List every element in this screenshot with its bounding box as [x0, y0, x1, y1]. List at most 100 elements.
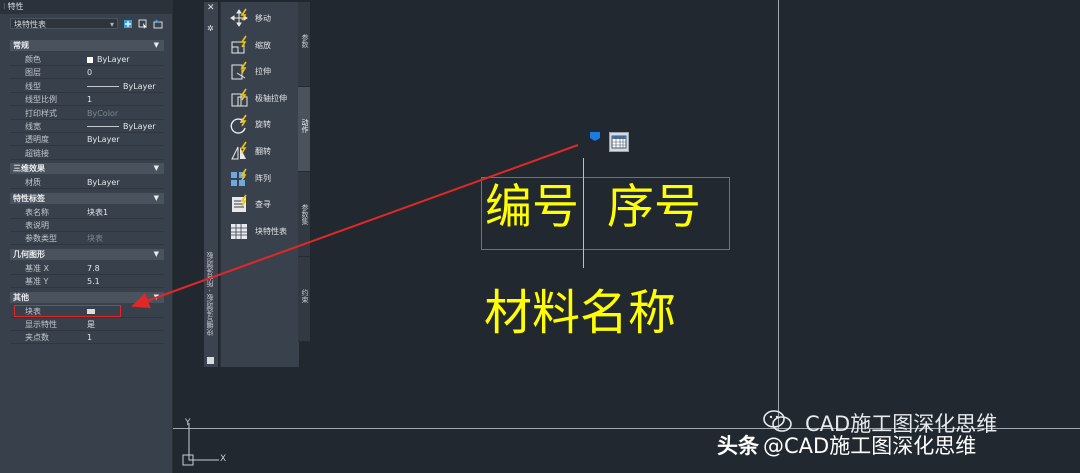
- property-row[interactable]: 夹点数 1: [10, 331, 164, 345]
- section-label: 常规: [13, 41, 29, 50]
- property-value-text: ByLayer: [123, 81, 156, 91]
- collapse-icon[interactable]: ▼: [154, 292, 159, 303]
- property-value[interactable]: 1: [87, 331, 92, 344]
- property-value[interactable]: ByLayer: [87, 53, 130, 66]
- text-material-name[interactable]: 材料名称: [484, 282, 676, 344]
- palette-title: 块编写选项板 - 所有选项板: [206, 252, 214, 336]
- property-value[interactable]: 是: [87, 318, 95, 331]
- palette-tool-label: 拉伸: [255, 67, 271, 77]
- properties-icon[interactable]: [207, 357, 214, 364]
- section-header[interactable]: 其他 ▼: [10, 291, 164, 303]
- property-value-text: 1: [87, 95, 93, 105]
- collapse-icon[interactable]: ▼: [154, 163, 159, 174]
- properties-titlebar[interactable]: ⁝ 特性: [0, 0, 172, 14]
- property-row[interactable]: 线型 ByLayer: [10, 80, 164, 93]
- watermark-line2: 头条 @CAD施工图深化思维: [717, 430, 976, 460]
- section-label: 几何图形: [13, 249, 45, 259]
- section-header[interactable]: 常规 ▼: [10, 40, 164, 51]
- property-row[interactable]: 参数类型 块表: [10, 232, 164, 246]
- property-name: 透明度: [25, 135, 49, 145]
- palette-tool-label: 块特性表: [255, 226, 287, 236]
- collapse-icon[interactable]: ▼: [154, 249, 159, 260]
- object-type-select[interactable]: 块特性表 ▾: [10, 18, 118, 29]
- linetype-preview: [87, 126, 119, 127]
- close-icon[interactable]: ✕: [207, 3, 215, 13]
- block-table-button[interactable]: [609, 132, 629, 152]
- polar-stretch-icon: [231, 88, 248, 107]
- property-row[interactable]: 材质 ByLayer: [10, 176, 164, 190]
- collapse-icon[interactable]: ▼: [154, 193, 159, 204]
- palette-tab[interactable]: 约束: [298, 257, 310, 342]
- property-row[interactable]: 基准 Y 5.1: [10, 275, 164, 289]
- property-row[interactable]: 颜色 ByLayer: [10, 53, 164, 66]
- section-header[interactable]: 特性标签 ▼: [10, 192, 164, 204]
- text-number[interactable]: 编号: [485, 178, 579, 238]
- color-swatch: [87, 56, 93, 63]
- palette-tab-label: 约束: [301, 289, 309, 303]
- property-value[interactable]: 1: [87, 93, 92, 106]
- section-header[interactable]: 三维效果 ▼: [10, 163, 164, 175]
- property-value[interactable]: ByLayer: [87, 120, 156, 133]
- drawing-canvas[interactable]: ✕ ✲ 块编写选项板 - 所有选项板 移动缩放拉伸极轴拉伸旋转翻转阵列 查寻块特性…: [173, 0, 1080, 473]
- property-value[interactable]: 5.1: [87, 275, 100, 288]
- gear-icon[interactable]: ✲: [207, 24, 214, 33]
- section-label: 三维效果: [13, 164, 45, 174]
- property-value[interactable]: 块表: [87, 232, 103, 245]
- property-name: 线宽: [25, 122, 41, 131]
- property-name: 线型比例: [25, 95, 57, 105]
- property-value-text: ByLayer: [123, 122, 156, 131]
- property-value[interactable]: ByLayer: [87, 176, 120, 189]
- palette-tool[interactable]: 块特性表: [229, 219, 299, 243]
- quick-select-icon[interactable]: [153, 19, 163, 29]
- palette-tool[interactable]: 拉伸: [229, 59, 299, 83]
- palette-tool[interactable]: 极轴拉伸: [229, 86, 299, 110]
- property-row[interactable]: 基准 X 7.8: [10, 262, 164, 275]
- property-value-text: ByLayer: [97, 55, 130, 64]
- palette-tool-list: 移动缩放拉伸极轴拉伸旋转翻转阵列 查寻块特性表: [220, 2, 299, 367]
- text-serial[interactable]: 序号: [607, 178, 701, 238]
- palette-tab[interactable]: 参数: [298, 2, 310, 87]
- property-row[interactable]: 表名称 块表1: [10, 206, 164, 219]
- property-row[interactable]: 图层 0: [10, 66, 164, 80]
- property-name: 线型: [25, 81, 41, 91]
- palette-tool[interactable]: 移动: [229, 6, 299, 30]
- block-table-icon: [231, 223, 247, 239]
- property-row[interactable]: 表说明: [10, 219, 164, 232]
- property-row[interactable]: 透明度 ByLayer: [10, 133, 164, 147]
- scale-icon: [231, 35, 247, 54]
- property-value-text: 0: [87, 68, 93, 78]
- ucs-icon: Y X: [182, 418, 226, 466]
- property-row[interactable]: 显示特性 是: [10, 318, 164, 331]
- select-objects-icon[interactable]: [138, 19, 148, 29]
- palette-tool[interactable]: 查寻: [229, 192, 299, 216]
- palette-tool-label: 旋转: [255, 120, 271, 130]
- toggle-pickadd-icon[interactable]: [123, 19, 133, 29]
- palette-tab[interactable]: 动作: [298, 87, 310, 172]
- lookup-grip-icon[interactable]: [589, 130, 601, 142]
- palette-tool[interactable]: 缩放: [229, 33, 299, 57]
- palette-titlebar[interactable]: ✕ ✲ 块编写选项板 - 所有选项板: [204, 2, 218, 367]
- property-value[interactable]: ByLayer: [87, 80, 156, 93]
- palette-tool[interactable]: 阵列: [229, 166, 299, 190]
- table-grid-icon: [611, 135, 627, 149]
- property-value[interactable]: ByLayer: [87, 133, 120, 146]
- property-value[interactable]: 0: [87, 66, 92, 79]
- property-value[interactable]: 7.8: [87, 262, 100, 275]
- property-value[interactable]: ByColor: [87, 107, 118, 120]
- guide-line-vertical: [778, 0, 779, 430]
- palette-tool-label: 极轴拉伸: [255, 93, 287, 103]
- property-row[interactable]: 超链接: [10, 147, 164, 160]
- property-value-text: ByLayer: [87, 135, 120, 145]
- palette-tab[interactable]: 参数集: [298, 172, 310, 257]
- property-row[interactable]: 线宽 ByLayer: [10, 120, 164, 133]
- grip-icon[interactable]: ⁝: [3, 2, 6, 11]
- section-header[interactable]: 几何图形 ▼: [10, 248, 164, 260]
- collapse-icon[interactable]: ▼: [154, 40, 159, 51]
- highlight-box: [14, 305, 121, 317]
- property-row[interactable]: 线型比例 1: [10, 93, 164, 107]
- property-name: 超链接: [25, 148, 49, 158]
- property-value[interactable]: 块表1: [87, 206, 108, 219]
- property-row[interactable]: 打印样式 ByColor: [10, 107, 164, 120]
- palette-tool[interactable]: 翻转: [229, 139, 299, 163]
- palette-tool[interactable]: 旋转: [229, 112, 299, 136]
